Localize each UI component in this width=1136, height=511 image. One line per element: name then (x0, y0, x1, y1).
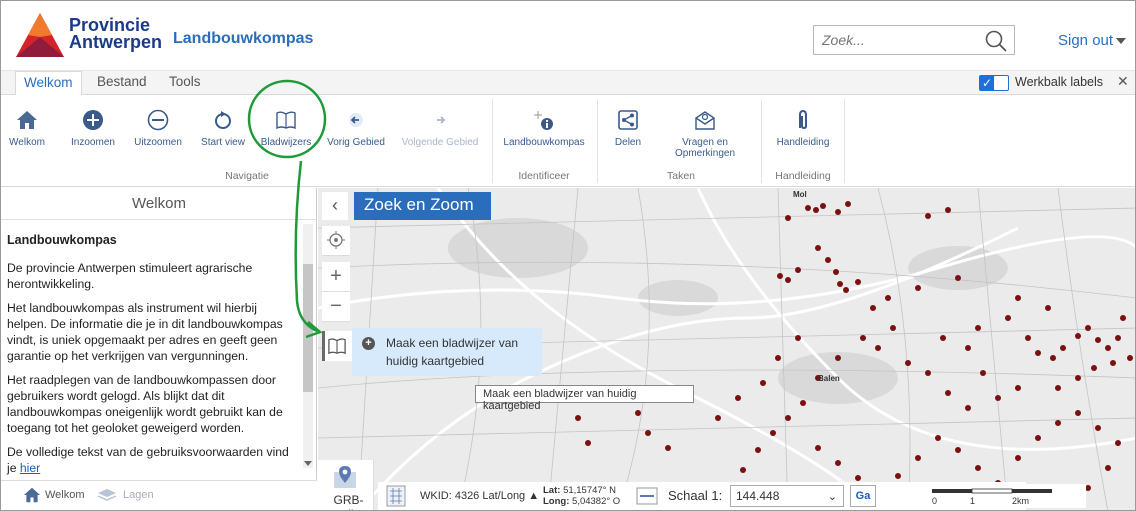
annotation-circle (247, 79, 327, 159)
app-window: Provincie Antwerpen Landbouwkompas Sign … (0, 0, 1136, 511)
annotation-arrow (294, 160, 318, 333)
annotation-overlay (247, 79, 327, 339)
